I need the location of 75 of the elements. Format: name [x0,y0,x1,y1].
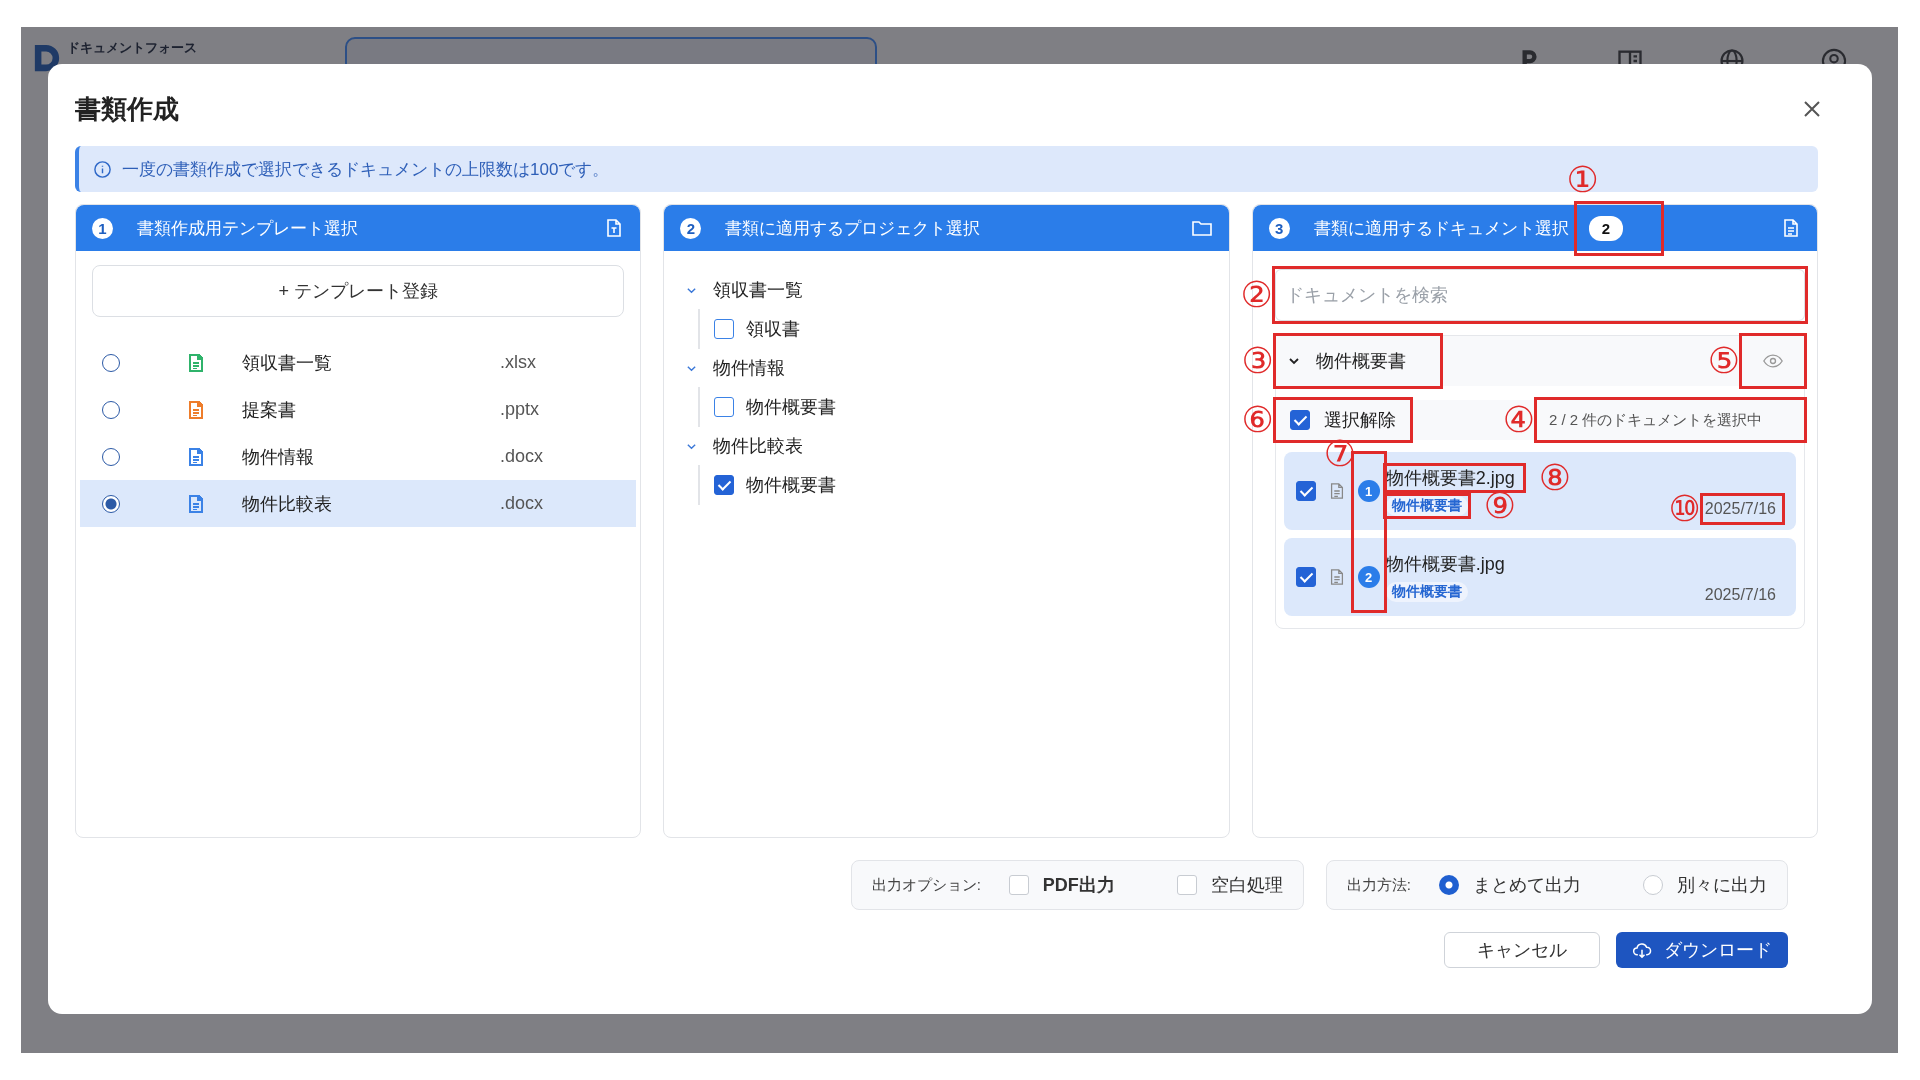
template-name: 領収書一覧 [242,351,333,375]
document-date: 2025/7/16 [1704,500,1776,518]
radio-button[interactable] [102,353,120,372]
tree-item[interactable]: 物件概要書 [746,395,837,419]
file-extension: .docx [500,446,544,467]
checkbox[interactable] [1289,410,1310,430]
file-extension: .xlsx [500,352,536,373]
option-label[interactable]: まとめて出力 [1473,873,1581,897]
document-tag: 物件概要書 [1385,496,1468,516]
panel-title: 書類に適用するプロジェクト選択 [725,217,981,240]
chevron-icon[interactable] [1287,355,1300,367]
callout-number: ⑧ [1538,460,1571,496]
close-icon[interactable] [1802,99,1822,119]
group-title[interactable]: 物件概要書 [1315,349,1406,373]
callout-number: ⑨ [1483,488,1516,524]
folder-icon [1190,218,1213,238]
step-number: 2 [680,217,702,239]
file-extension: .docx [500,493,544,514]
tree-item[interactable]: 物件情報 [713,356,786,380]
document-tag: 物件概要書 [1385,582,1468,602]
option-label[interactable]: 空白処理 [1210,873,1283,897]
cloud-download-icon [1632,941,1652,959]
callout-number: ① [1566,161,1599,198]
document-date: 2025/7/16 [1704,586,1776,604]
callout-number: ⑩ [1668,491,1701,527]
callout-number: ③ [1241,343,1274,379]
checkbox[interactable] [714,319,735,339]
template-name: 物件比較表 [242,492,333,516]
template-item[interactable]: 領収書一覧 .xlsx [80,339,637,386]
document-name: 物件概要書2.jpg [1385,467,1516,490]
order-number: 2 [1357,566,1380,588]
radio-button[interactable] [1439,875,1459,895]
radio-button[interactable] [102,400,120,419]
tree-item[interactable]: 物件比較表 [713,434,804,458]
callout-number: ② [1240,277,1273,313]
checkbox[interactable] [1295,481,1316,501]
checkbox[interactable] [714,397,735,417]
option-label[interactable]: PDF出力 [1042,873,1115,897]
template-item[interactable]: 物件比較表 .docx [80,480,637,527]
download-button[interactable]: ダウンロード [1616,932,1788,968]
add-template-button[interactable]: + テンプレート登録 [92,265,625,317]
template-item[interactable]: 提案書 .pptx [80,386,637,433]
info-icon [93,159,112,179]
info-text: 一度の書類作成で選択できるドキュメントの上限数は100です。 [122,158,610,181]
count-badge: 2 [1588,215,1623,241]
callout-number: ⑥ [1241,402,1274,438]
template-name: 物件情報 [242,445,315,469]
dialog-title: 書類作成 [75,92,179,126]
option-label[interactable]: 別々に出力 [1677,873,1767,897]
order-number: 1 [1357,480,1380,502]
document-name: 物件概要書.jpg [1385,553,1506,576]
template-item[interactable]: 物件情報 .docx [80,433,637,480]
selection-status: 2 / 2 件のドキュメントを選択中 [1549,410,1763,430]
tree-item[interactable]: 領収書 [746,317,801,341]
deselect-all-label[interactable]: 選択解除 [1323,408,1396,432]
radio-button[interactable] [102,447,120,466]
panel-title: 書類作成用テンプレート選択 [137,217,358,240]
tree-item[interactable]: 領収書一覧 [713,278,804,302]
radio-button[interactable] [102,494,120,513]
callout-number: ⑤ [1707,343,1740,379]
checkbox[interactable] [714,475,735,495]
checkbox[interactable] [1295,567,1316,587]
output-method-label: 出力方法: [1346,875,1411,895]
eye-icon[interactable] [1763,354,1783,368]
output-options-label: 出力オプション: [871,875,981,895]
template-name: 提案書 [242,398,297,422]
cancel-button[interactable]: キャンセル [1444,932,1600,968]
panel-title: 書類に適用するドキュメント選択 [1313,217,1569,240]
logo-text: ドキュメントフォース [67,39,197,57]
callout-number: ④ [1502,402,1535,438]
step-number: 3 [1268,217,1290,239]
file-extension: .pptx [500,399,540,420]
document-icon [1781,218,1801,238]
tree-item[interactable]: 物件概要書 [746,473,837,497]
step-number: 1 [92,217,113,239]
